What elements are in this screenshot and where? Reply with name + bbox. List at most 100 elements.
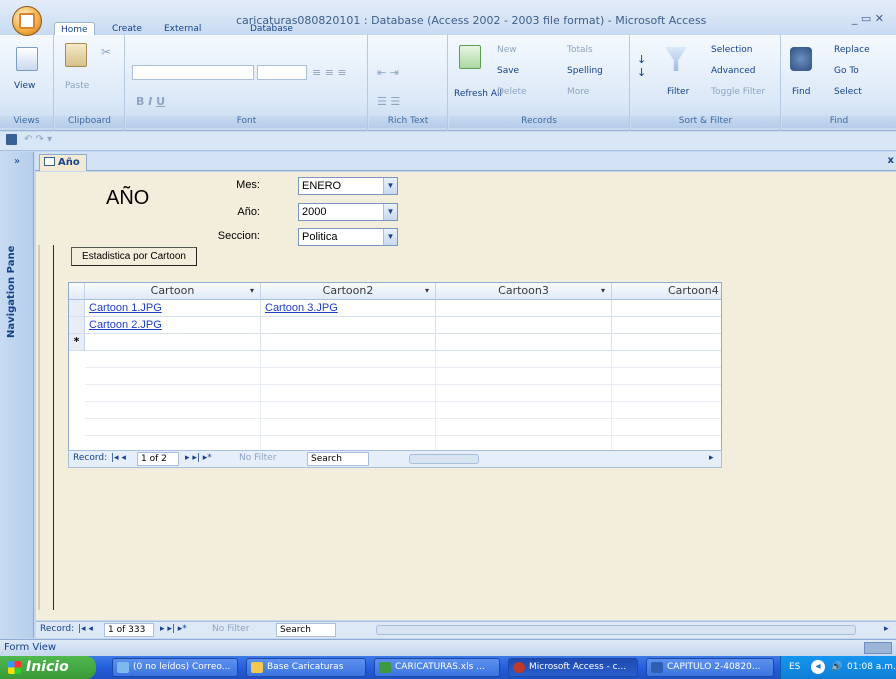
find-button[interactable]: Find: [792, 87, 810, 97]
advanced-button[interactable]: Advanced: [711, 66, 755, 76]
column-header-cartoon[interactable]: Cartoon ▾: [85, 283, 261, 300]
task-base-caricaturas[interactable]: Base Caricaturas: [246, 658, 366, 677]
tab-external-data[interactable]: External Data: [158, 22, 207, 48]
column-header-cartoon4[interactable]: Cartoon4: [612, 283, 721, 300]
no-filter-indicator[interactable]: No Filter: [239, 453, 276, 463]
selection-button[interactable]: Selection: [711, 45, 752, 55]
chevron-down-icon[interactable]: ▾: [250, 283, 254, 299]
ie-icon: [117, 662, 129, 673]
close-doc-icon[interactable]: x: [888, 155, 894, 166]
ano-combo[interactable]: 2000 ▼: [298, 203, 398, 221]
search-input[interactable]: Search: [276, 623, 336, 637]
record-position[interactable]: 1 of 333: [104, 623, 154, 637]
paste-button[interactable]: Paste: [65, 81, 89, 91]
filter-button[interactable]: Filter: [667, 87, 689, 97]
navigation-pane[interactable]: [0, 152, 34, 638]
goto-button[interactable]: Go To: [834, 66, 859, 76]
tab-database-tools[interactable]: Database Tools: [244, 22, 299, 48]
estadistica-button[interactable]: Estadistica por Cartoon: [71, 247, 197, 266]
column-header-cartoon3[interactable]: Cartoon3 ▾: [436, 283, 612, 300]
office-button[interactable]: [12, 6, 42, 36]
group-views: View Views: [0, 35, 54, 131]
save-icon[interactable]: [6, 134, 17, 145]
chevron-down-icon[interactable]: ▼: [383, 178, 397, 194]
totals-button[interactable]: Totals: [567, 45, 593, 55]
language-indicator[interactable]: ES: [789, 656, 800, 678]
nav-pane-toggle[interactable]: »: [14, 156, 20, 167]
tray-icon[interactable]: ◂: [811, 660, 825, 674]
mes-combo[interactable]: ENERO ▼: [298, 177, 398, 195]
undo-redo-icons[interactable]: ↶ ↷ ▾: [24, 134, 52, 145]
seccion-value: Politica: [302, 231, 338, 243]
doc-tab-ano[interactable]: Año: [39, 154, 87, 171]
start-button[interactable]: Inicio: [0, 656, 96, 679]
delete-record-button[interactable]: Delete: [497, 87, 527, 97]
bold-italic-underline[interactable]: B I U: [136, 95, 165, 108]
chevron-down-icon[interactable]: ▾: [601, 283, 605, 299]
sort-icons[interactable]: ↓ ↓: [637, 53, 646, 79]
next-last-new-buttons[interactable]: ▸ ▸| ▸*: [185, 453, 212, 463]
new-row-marker[interactable]: *: [69, 334, 85, 351]
table-cell[interactable]: [436, 334, 612, 351]
horizontal-scrollbar[interactable]: [409, 454, 479, 464]
table-cell[interactable]: [612, 334, 721, 351]
row-selector[interactable]: [69, 300, 85, 317]
task-correo[interactable]: (0 no leídos) Correo...: [112, 658, 238, 677]
table-cell[interactable]: [85, 334, 261, 351]
cut-icon[interactable]: ✂: [101, 45, 111, 59]
table-cell[interactable]: [612, 300, 721, 317]
table-cell[interactable]: Cartoon 3.JPG: [261, 300, 436, 317]
refresh-icon: [459, 45, 481, 69]
first-record-button[interactable]: |◂ ◂: [78, 624, 93, 634]
speaker-icon[interactable]: 🔊: [831, 656, 842, 678]
align-icons[interactable]: ≡ ≡ ≡: [312, 66, 347, 79]
select-button[interactable]: Select: [834, 87, 862, 97]
table-cell[interactable]: [261, 334, 436, 351]
row-selector[interactable]: [69, 317, 85, 334]
new-record-button[interactable]: New: [497, 45, 517, 55]
chevron-down-icon[interactable]: ▼: [383, 229, 397, 245]
table-cell[interactable]: [436, 300, 612, 317]
select-all-corner[interactable]: [69, 283, 85, 300]
table-cell[interactable]: [612, 317, 721, 334]
task-word[interactable]: CAPITULO 2-40820...: [646, 658, 774, 677]
list-icons[interactable]: ☰ ☰: [377, 95, 400, 108]
table-cell[interactable]: [261, 317, 436, 334]
tab-home[interactable]: Home: [54, 22, 95, 36]
first-record-button[interactable]: |◂ ◂: [111, 453, 126, 463]
view-switcher-icons[interactable]: [864, 642, 892, 654]
window-controls[interactable]: _ ▭ ✕: [852, 12, 884, 25]
tab-create[interactable]: Create: [106, 22, 148, 36]
font-size-box[interactable]: [257, 65, 307, 80]
chevron-down-icon[interactable]: ▼: [383, 204, 397, 220]
save-record-button[interactable]: Save: [497, 66, 519, 76]
horizontal-scrollbar[interactable]: [376, 625, 856, 635]
datasheet-subform[interactable]: Cartoon ▾ Cartoon2 ▾ Cartoon3 ▾ Cartoon4 Ca…: [68, 282, 722, 468]
task-excel[interactable]: CARICATURAS.xls ...: [374, 658, 500, 677]
status-bar: Form View: [0, 639, 896, 656]
toggle-filter-button[interactable]: Toggle Filter: [711, 87, 765, 97]
refresh-button[interactable]: Refresh All: [454, 89, 502, 99]
record-position[interactable]: 1 of 2: [137, 452, 179, 466]
font-name-box[interactable]: [132, 65, 254, 80]
table-cell[interactable]: [436, 317, 612, 334]
search-input[interactable]: Search: [307, 452, 369, 466]
view-button[interactable]: View: [14, 81, 35, 91]
seccion-combo[interactable]: Politica ▼: [298, 228, 398, 246]
more-button[interactable]: More: [567, 87, 589, 97]
table-cell[interactable]: Cartoon 2.JPG: [85, 317, 261, 334]
spelling-button[interactable]: Spelling: [567, 66, 603, 76]
ano-value: 2000: [302, 206, 327, 218]
indent-icons[interactable]: ⇤ ⇥: [377, 66, 399, 79]
replace-button[interactable]: Replace: [834, 45, 870, 55]
table-cell[interactable]: Cartoon 1.JPG: [85, 300, 261, 317]
next-last-buttons[interactable]: ▸ ▸| ▸*: [160, 624, 187, 634]
column-header-cartoon2[interactable]: Cartoon2 ▾: [261, 283, 436, 300]
task-access[interactable]: Microsoft Access - c...: [508, 658, 638, 677]
scroll-right-icon[interactable]: ▸: [884, 624, 889, 634]
taskbar: Inicio (0 no leídos) Correo... Base Cari…: [0, 656, 896, 679]
scroll-right-icon[interactable]: ▸: [709, 453, 714, 463]
chevron-down-icon[interactable]: ▾: [425, 283, 429, 299]
grid-line: [435, 351, 436, 451]
no-filter-indicator[interactable]: No Filter: [212, 624, 249, 634]
